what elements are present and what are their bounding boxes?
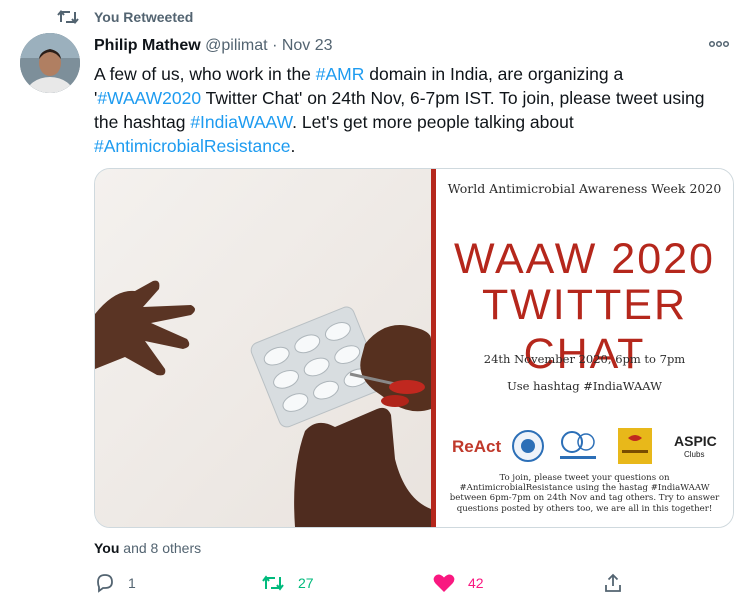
tweet-header: Philip Mathew @pilimat · Nov 23	[94, 37, 333, 55]
separator: ·	[272, 37, 278, 54]
svg-text:ASPIC: ASPIC	[674, 433, 717, 449]
aspic-logo: ASPIC Clubs	[672, 426, 724, 466]
hashtag-link[interactable]: #IndiaWAAW	[190, 112, 292, 132]
tweet-media[interactable]: World Antimicrobial Awareness Week 2020 …	[94, 168, 734, 528]
like-button[interactable]: 42	[432, 568, 484, 598]
retweet-count: 27	[298, 575, 314, 591]
avatar[interactable]	[20, 33, 80, 93]
author-handle[interactable]: @pilimat	[205, 37, 267, 54]
retweet-icon	[260, 572, 286, 594]
poster-date: 24th November 2020, 6pm to 7pm	[483, 352, 686, 366]
more-options-icon[interactable]	[706, 36, 732, 52]
poster-hashtag: Use hashtag #IndiaWAAW	[507, 379, 662, 393]
hashtag-link[interactable]: #AntimicrobialResistance	[94, 136, 290, 156]
retweet-banner-icon	[56, 7, 80, 27]
hashtag-link[interactable]: #WAAW2020	[97, 88, 201, 108]
heart-icon	[432, 572, 456, 594]
reply-icon	[94, 572, 116, 594]
liked-by[interactable]: You and 8 others	[94, 540, 201, 556]
tweet-text-segment: . Let's get more people talking about	[292, 112, 574, 132]
tweet-text-segment: .	[290, 136, 296, 156]
poster-title: World Antimicrobial Awareness Week 2020	[447, 181, 722, 196]
partner-logos: ReAct ASPIC Clubs	[446, 426, 731, 466]
share-button[interactable]	[602, 568, 624, 598]
tweet-text-segment: A few of us, who work in the	[94, 64, 316, 84]
hashtag-link[interactable]: #AMR	[316, 64, 365, 84]
react-logo: ReAct	[450, 426, 504, 466]
photo-hands-pills	[95, 169, 431, 527]
poster: World Antimicrobial Awareness Week 2020 …	[431, 169, 733, 527]
author-name[interactable]: Philip Mathew	[94, 37, 201, 54]
hygiene-logo	[556, 426, 600, 466]
reply-count: 1	[128, 575, 136, 591]
liked-by-you: You	[94, 540, 120, 556]
retweet-banner-label[interactable]: You Retweeted	[94, 9, 193, 25]
ebug-logo	[510, 426, 546, 466]
biodiversity-logo	[616, 426, 654, 466]
like-count: 42	[468, 575, 484, 591]
poster-join-text: To join, please tweet your questions on …	[449, 473, 720, 514]
svg-text:ReAct: ReAct	[452, 437, 501, 456]
retweet-button[interactable]: 27	[260, 568, 314, 598]
share-icon	[602, 572, 624, 594]
reply-button[interactable]: 1	[94, 568, 136, 598]
svg-text:Clubs: Clubs	[684, 450, 704, 459]
tweet-date[interactable]: Nov 23	[282, 37, 333, 54]
poster-heading-1: WAAW 2020	[454, 235, 715, 283]
tweet-text: A few of us, who work in the #AMR domain…	[94, 62, 724, 158]
liked-by-others: and 8 others	[119, 540, 202, 556]
